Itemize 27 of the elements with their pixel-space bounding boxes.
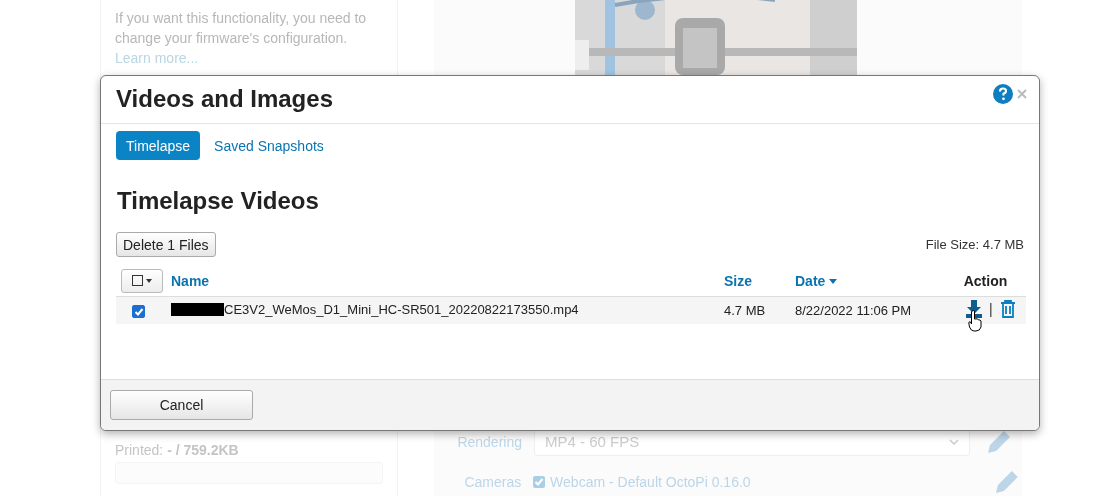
sort-header[interactable]: Date: [795, 272, 838, 289]
sort-header[interactable]: Size: [724, 272, 752, 289]
cancel-button[interactable]: Cancel: [110, 390, 253, 420]
file-size-cell: 4.7 MB: [724, 303, 766, 318]
trash-icon[interactable]: [999, 300, 1016, 318]
dialog-title: Videos and Images: [116, 84, 333, 114]
separator: |: [989, 301, 993, 317]
field-label: Rendering: [456, 434, 522, 450]
date-cell: 8/22/2022 11:06 PM: [795, 303, 912, 318]
stat-value: - / 759.2KB: [167, 442, 239, 458]
file-name: CE3V2_WeMos_D1_Mini_HC-SR501_20220822173550.mp4: [224, 302, 579, 317]
camera-name: Webcam - Default OctoPi 0.16.0: [550, 474, 752, 490]
help-icon[interactable]: [993, 84, 1013, 104]
file-size: File Size: 4.7 MB: [925, 237, 1024, 252]
tab[interactable]: Saved Snapshots: [204, 131, 334, 160]
tab[interactable]: Timelapse: [116, 131, 201, 160]
field-label: Cameras: [463, 474, 522, 490]
chevron-down-icon: [949, 439, 959, 445]
camera-checkbox[interactable]: [533, 476, 546, 488]
section-heading: Timelapse Videos: [117, 186, 320, 216]
column-header: Action: [963, 272, 1008, 289]
delete-button[interactable]: Delete 1 Files: [116, 232, 216, 257]
notice-text: If you want this functionality, you need to change your firmware's configuration.: [115, 9, 368, 48]
stat-label: Printed:: [115, 442, 164, 458]
sort-header[interactable]: Name: [171, 272, 210, 289]
select-all-dropdown[interactable]: [121, 268, 163, 293]
row-checkbox[interactable]: [132, 305, 145, 319]
